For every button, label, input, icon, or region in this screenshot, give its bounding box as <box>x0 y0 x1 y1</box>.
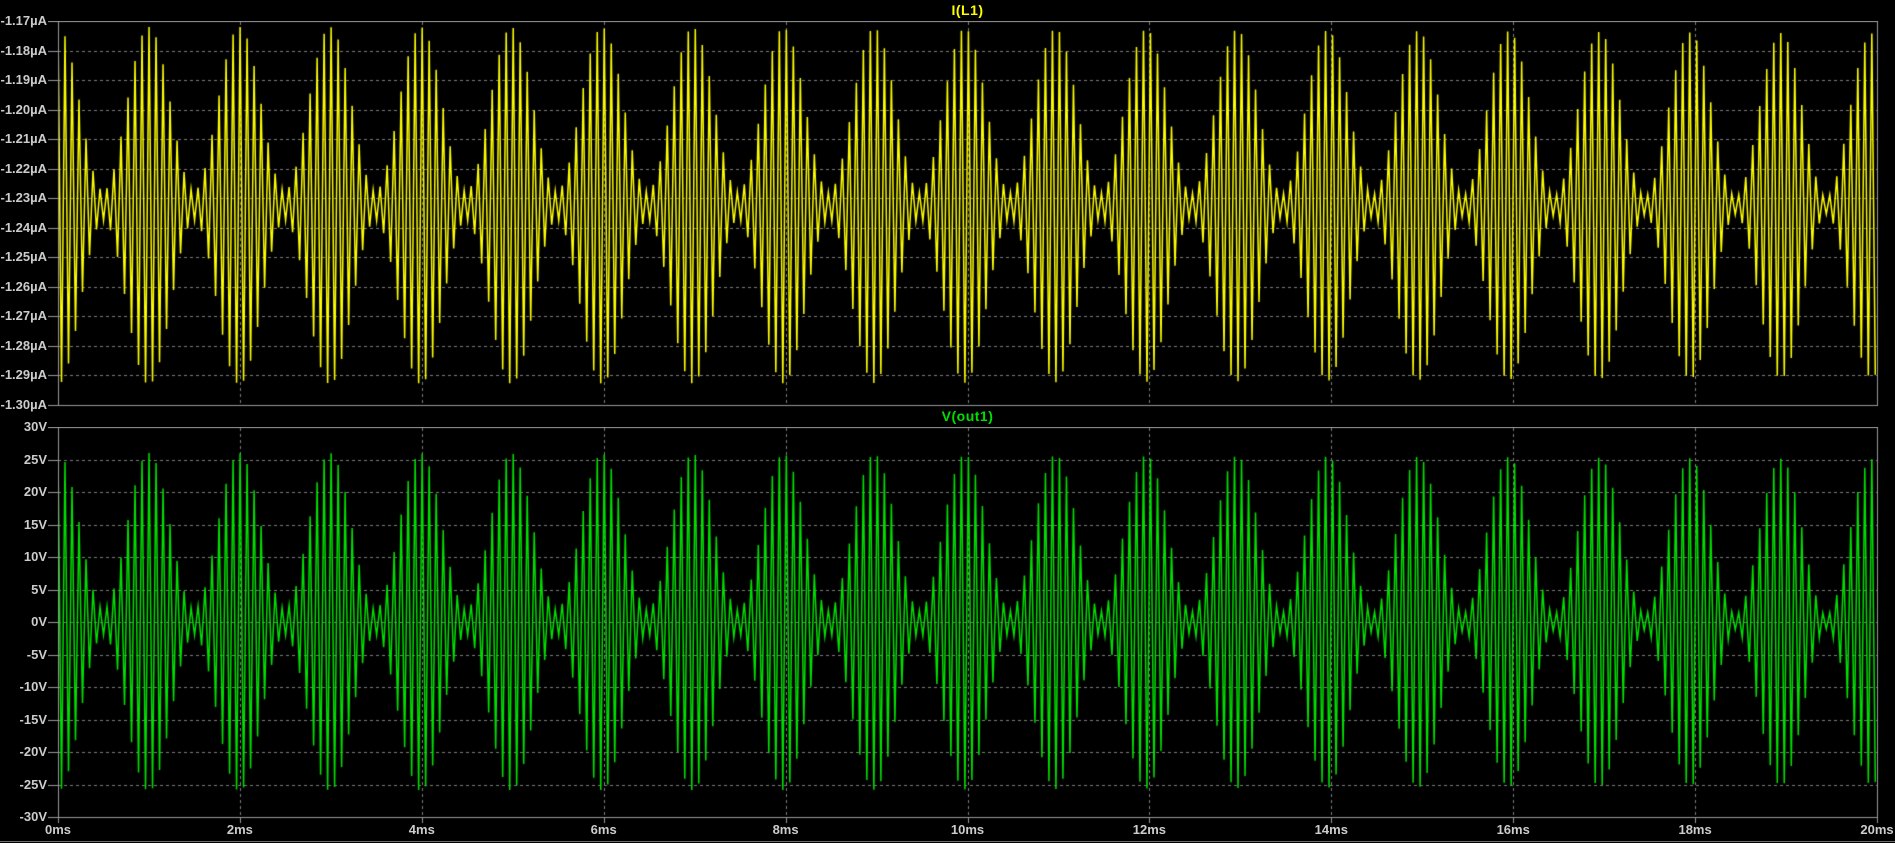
waveform-pane-top[interactable] <box>48 21 1879 407</box>
y-tick-label: -1.30µA <box>0 397 47 412</box>
y-tick-label: 20V <box>23 484 47 499</box>
y-tick-label: -5V <box>26 646 47 662</box>
y-tick-label: -1.18µA <box>0 42 47 58</box>
y-tick-label: -25V <box>19 776 47 792</box>
y-tick-label: -1.24µA <box>0 219 47 235</box>
y-tick-label: -15V <box>19 711 47 727</box>
waveform-pane-bottom[interactable] <box>48 427 1879 824</box>
y-tick-label: 10V <box>23 549 47 564</box>
y-tick-label: -10V <box>19 679 47 694</box>
x-tick-label: 20ms <box>1860 822 1894 837</box>
y-tick-label: -1.19µA <box>0 72 47 88</box>
y-tick-label: -1.20µA <box>0 101 47 117</box>
x-tick-label: 18ms <box>1678 822 1712 837</box>
y-tick-label: -1.29µA <box>0 367 47 383</box>
y-tick-label: 0V <box>31 614 47 629</box>
y-tick-label: -1.28µA <box>0 337 47 353</box>
y-tick-label: -1.25µA <box>0 249 47 265</box>
x-tick-label: 4ms <box>408 822 435 837</box>
trace-label-bottom[interactable]: V(out1) <box>58 408 1877 424</box>
y-tick-label: -1.17µA <box>0 13 47 28</box>
y-tick-label: -1.23µA <box>0 190 47 206</box>
y-tick-label: -1.27µA <box>0 308 47 324</box>
y-tick-label: 25V <box>23 451 47 467</box>
x-tick-label: 10ms <box>950 822 985 837</box>
waveform-viewer-window: I(L1) V(out1) -1.17µA -1.18µA -1.19µA -1.20… <box>0 0 1895 843</box>
y-tick-label: 5V <box>31 581 47 597</box>
x-tick-label: 6ms <box>590 822 617 837</box>
y-tick-label: -1.26µA <box>0 278 47 294</box>
x-tick-label: 2ms <box>226 822 253 837</box>
window-bottom-edge <box>0 841 1895 842</box>
x-tick-label: 12ms <box>1132 822 1167 837</box>
y-tick-label: -20V <box>19 744 47 759</box>
x-tick-label: 16ms <box>1496 822 1530 837</box>
x-tick-label: 14ms <box>1314 822 1348 837</box>
y-tick-label: 30V <box>23 419 47 434</box>
y-tick-label: 15V <box>23 516 47 532</box>
trace-label-top[interactable]: I(L1) <box>58 2 1877 18</box>
x-tick-label: 0ms <box>44 822 72 837</box>
x-tick-label: 8ms <box>772 822 799 837</box>
y-tick-label: -1.21µA <box>0 131 47 147</box>
y-tick-label: -1.22µA <box>0 160 47 176</box>
